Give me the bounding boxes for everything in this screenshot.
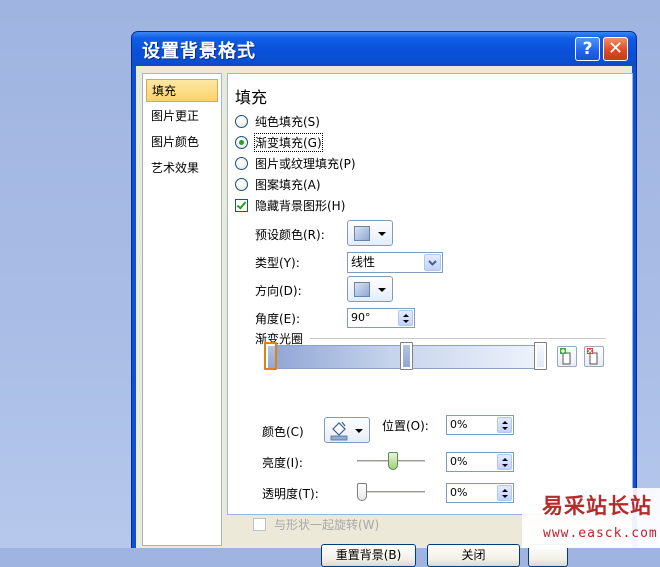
help-icon: ? bbox=[582, 39, 593, 59]
spin-up-icon bbox=[502, 421, 508, 424]
paint-bucket-icon bbox=[330, 421, 348, 441]
spin-up-icon bbox=[502, 489, 508, 492]
angle-value: 90° bbox=[351, 311, 371, 324]
category-list: 填充 图片更正 图片颜色 艺术效果 bbox=[142, 73, 222, 546]
radio-picture-texture-fill-label: 图片或纹理填充(P) bbox=[255, 157, 356, 171]
chevron-down-icon bbox=[428, 260, 437, 266]
fill-panel: 填充 纯色填充(S) 渐变填充(G) 图片或纹理填充(P) 图案填充(A) 隐藏… bbox=[227, 73, 633, 515]
direction-dropdown[interactable] bbox=[347, 276, 393, 302]
close-button-label: 关闭 bbox=[461, 548, 486, 562]
spin-down-icon bbox=[502, 464, 508, 467]
radio-solid-fill-label: 纯色填充(S) bbox=[255, 115, 320, 129]
spin-up-icon bbox=[403, 314, 409, 317]
rotate-with-shape-label: 与形状一起旋转(W) bbox=[274, 518, 380, 532]
brightness-label: 亮度(I): bbox=[262, 456, 303, 470]
remove-stop-icon bbox=[587, 348, 598, 365]
nav-item-label: 图片更正 bbox=[151, 109, 200, 123]
angle-spin-buttons[interactable] bbox=[398, 310, 413, 326]
transparency-label: 透明度(T): bbox=[262, 487, 319, 501]
spin-down-icon bbox=[502, 495, 508, 498]
reset-background-label: 重置背景(B) bbox=[335, 548, 402, 562]
chevron-down-icon bbox=[378, 232, 386, 236]
preset-colors-dropdown[interactable] bbox=[347, 220, 393, 246]
gradient-stop-3[interactable] bbox=[534, 342, 547, 370]
radio-gradient-fill-label: 渐变填充(G) bbox=[254, 133, 323, 152]
transparency-slider-thumb[interactable] bbox=[357, 483, 367, 501]
spin-up-icon bbox=[502, 458, 508, 461]
transparency-value: 0% bbox=[450, 486, 468, 499]
section-divider bbox=[310, 338, 606, 339]
close-icon: ✕ bbox=[607, 38, 624, 59]
position-spin-buttons[interactable] bbox=[497, 417, 512, 433]
nav-item-artistic-effects[interactable]: 艺术效果 bbox=[146, 157, 218, 180]
dialog-client-area: 填充 图片更正 图片颜色 艺术效果 填充 纯色填充(S) 渐变填充(G) 图片或… bbox=[136, 66, 633, 567]
nav-item-label: 艺术效果 bbox=[151, 161, 200, 175]
direction-label: 方向(D): bbox=[255, 284, 302, 298]
type-select[interactable]: 线性 bbox=[347, 252, 443, 273]
gradient-stop-swatch bbox=[268, 346, 275, 368]
type-select-value: 线性 bbox=[351, 255, 376, 269]
angle-label: 角度(E): bbox=[255, 312, 300, 326]
transparency-spinner[interactable]: 0% bbox=[446, 483, 514, 503]
gradient-swatch-icon bbox=[354, 226, 370, 241]
watermark-title: 易采站长站 bbox=[542, 493, 652, 518]
brightness-slider-thumb[interactable] bbox=[388, 452, 398, 470]
title-bar[interactable]: 设置背景格式 ? ✕ bbox=[132, 32, 636, 66]
add-gradient-stop-button[interactable] bbox=[557, 346, 577, 367]
transparency-slider-track[interactable] bbox=[357, 491, 425, 494]
radio-gradient-fill[interactable] bbox=[235, 136, 248, 149]
close-button[interactable]: 关闭 bbox=[427, 544, 520, 567]
nav-item-fill[interactable]: 填充 bbox=[146, 79, 218, 102]
help-button[interactable]: ? bbox=[575, 37, 600, 61]
brightness-spin-buttons[interactable] bbox=[497, 454, 512, 470]
radio-pattern-fill[interactable] bbox=[235, 178, 248, 191]
remove-gradient-stop-button[interactable] bbox=[584, 346, 604, 367]
chevron-down-icon bbox=[355, 429, 363, 433]
gradient-stop-1[interactable] bbox=[264, 342, 277, 370]
type-select-button[interactable] bbox=[424, 254, 441, 271]
gradient-stop-swatch bbox=[537, 345, 544, 367]
transparency-spin-buttons[interactable] bbox=[497, 485, 512, 501]
reset-background-button[interactable]: 重置背景(B) bbox=[321, 544, 416, 567]
spin-down-icon bbox=[403, 320, 409, 323]
nav-item-label: 填充 bbox=[152, 84, 177, 98]
brightness-spinner[interactable]: 0% bbox=[446, 452, 514, 472]
nav-item-picture-color[interactable]: 图片颜色 bbox=[146, 131, 218, 154]
dialog-title: 设置背景格式 bbox=[142, 41, 256, 62]
hide-bg-shapes-checkbox[interactable] bbox=[235, 199, 248, 212]
close-window-button[interactable]: ✕ bbox=[603, 37, 628, 61]
angle-spinner[interactable]: 90° bbox=[347, 308, 415, 328]
color-dropdown[interactable] bbox=[324, 417, 370, 443]
panel-heading: 填充 bbox=[235, 88, 268, 107]
format-background-dialog: 设置背景格式 ? ✕ 填充 图片更正 图片颜色 艺术效果 填充 纯色填充(S) … bbox=[131, 31, 637, 567]
position-spinner[interactable]: 0% bbox=[446, 415, 514, 435]
radio-pattern-fill-label: 图案填充(A) bbox=[255, 178, 321, 192]
checkmark-icon bbox=[236, 199, 247, 210]
spin-down-icon bbox=[502, 427, 508, 430]
radio-solid-fill[interactable] bbox=[235, 115, 248, 128]
color-label: 颜色(C) bbox=[262, 425, 304, 439]
nav-item-label: 图片颜色 bbox=[151, 135, 200, 149]
brightness-value: 0% bbox=[450, 455, 468, 468]
nav-item-picture-corrections[interactable]: 图片更正 bbox=[146, 105, 218, 128]
position-value: 0% bbox=[450, 418, 468, 431]
preset-colors-label: 预设颜色(R): bbox=[255, 228, 325, 242]
chevron-down-icon bbox=[378, 288, 386, 292]
gradient-direction-icon bbox=[354, 282, 370, 297]
add-stop-icon bbox=[560, 348, 571, 365]
gradient-stop-2[interactable] bbox=[400, 342, 413, 370]
gradient-stop-swatch bbox=[403, 345, 410, 367]
radio-selected-dot bbox=[239, 140, 244, 145]
hide-bg-shapes-label: 隐藏背景图形(H) bbox=[255, 199, 346, 213]
site-watermark: 易采站长站 www.easck.com bbox=[522, 488, 660, 548]
rotate-with-shape-checkbox[interactable] bbox=[253, 518, 266, 531]
position-label: 位置(O): bbox=[382, 419, 429, 433]
watermark-url: www.easck.com bbox=[543, 526, 658, 541]
radio-picture-texture-fill[interactable] bbox=[235, 157, 248, 170]
type-label: 类型(Y): bbox=[255, 256, 300, 270]
